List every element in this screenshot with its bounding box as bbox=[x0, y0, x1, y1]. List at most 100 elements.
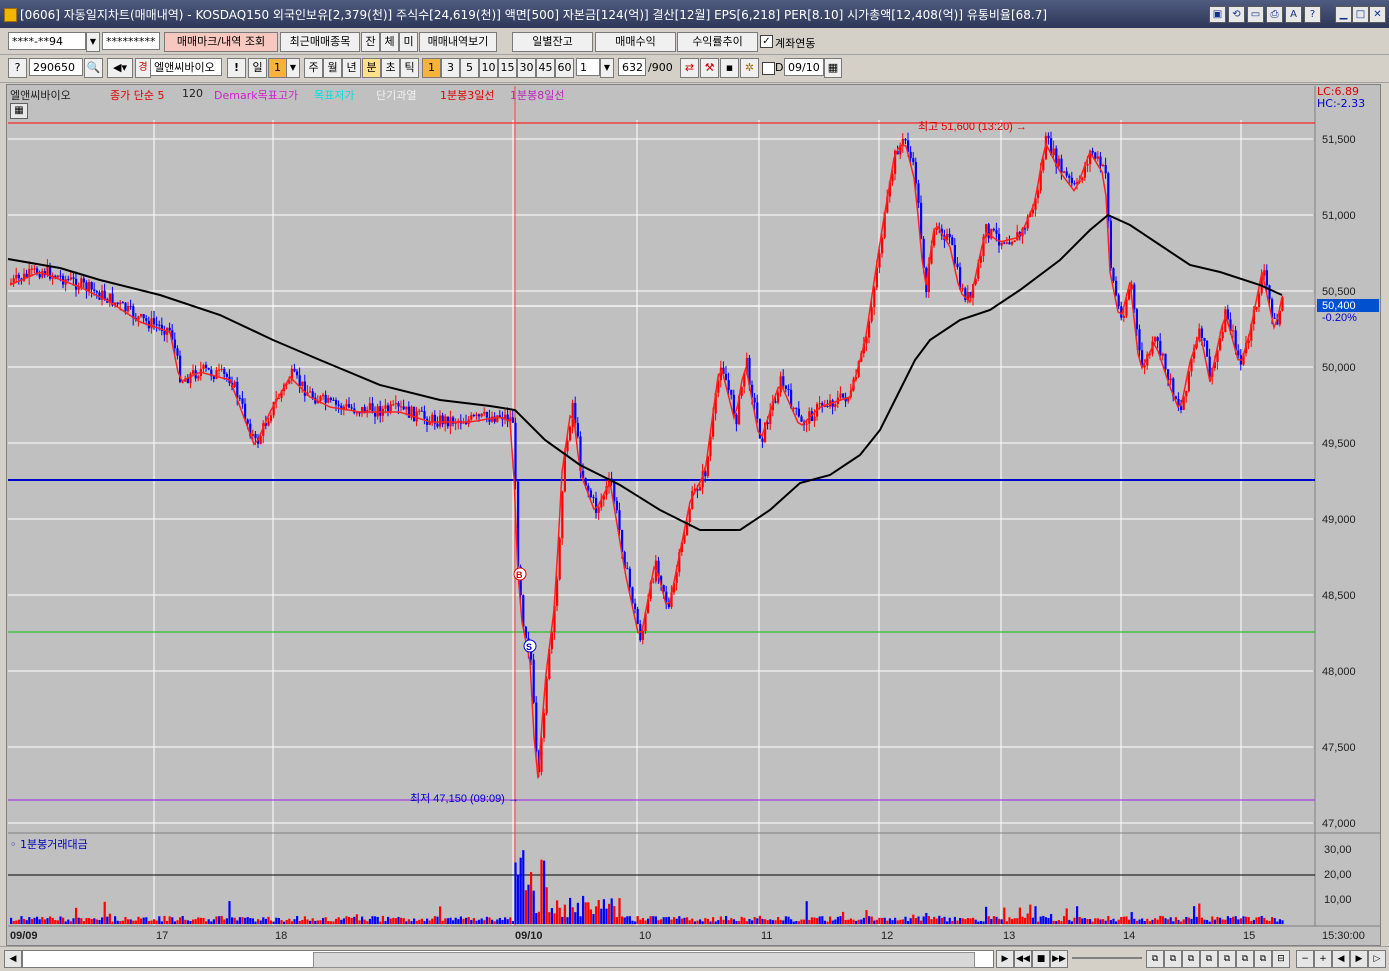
candle-body bbox=[72, 277, 75, 279]
volume-bar bbox=[927, 916, 930, 924]
volume-bar bbox=[959, 917, 962, 924]
volume-bar bbox=[1011, 919, 1014, 924]
volume-bar bbox=[1068, 919, 1071, 924]
candle-body bbox=[407, 406, 410, 418]
cascade-icon[interactable]: ⧉ bbox=[1236, 950, 1254, 968]
candle-body bbox=[784, 385, 787, 389]
zoom-reset-icon[interactable]: ⊟ bbox=[1272, 950, 1290, 968]
volume-bar bbox=[207, 919, 210, 924]
scrollbar-thumb[interactable] bbox=[313, 952, 975, 968]
volume-bar bbox=[132, 920, 135, 924]
volume-bar bbox=[693, 921, 696, 924]
volume-bar bbox=[212, 919, 215, 924]
volume-bar bbox=[628, 916, 631, 924]
volume-bar bbox=[1122, 916, 1125, 924]
candle-body bbox=[444, 416, 447, 425]
candle-body bbox=[782, 376, 785, 386]
volume-bar bbox=[1094, 918, 1097, 924]
volume-bar bbox=[1065, 908, 1068, 924]
volume-bar bbox=[727, 920, 730, 924]
volume-bar bbox=[238, 917, 241, 924]
scroll-left-icon[interactable]: ◀ bbox=[4, 950, 22, 968]
volume-bar bbox=[530, 872, 533, 924]
volume-bar bbox=[1234, 916, 1237, 924]
volume-bar bbox=[1086, 919, 1089, 924]
speed-slider[interactable] bbox=[1072, 957, 1142, 959]
restore-icon[interactable]: ⧉ bbox=[1182, 950, 1200, 968]
volume-bar bbox=[1172, 921, 1175, 924]
volume-bar bbox=[774, 920, 777, 924]
volume-bar bbox=[803, 919, 806, 924]
candle-body bbox=[1104, 164, 1107, 174]
volume-bar bbox=[545, 887, 548, 924]
volume-bar bbox=[709, 921, 712, 924]
candle-body bbox=[730, 389, 733, 395]
volume-bar bbox=[548, 912, 551, 924]
volume-bar bbox=[160, 921, 163, 924]
end-icon[interactable]: ▷ bbox=[1368, 950, 1386, 968]
volume-bar bbox=[922, 916, 925, 924]
stop-icon[interactable]: ■ bbox=[1032, 950, 1050, 968]
candle-body bbox=[652, 581, 655, 583]
price-chart[interactable]: 51,500 51,000 50,500 50,000 49,500 49,000 48,5… bbox=[0, 0, 1389, 946]
window-icon[interactable]: ⧉ bbox=[1164, 950, 1182, 968]
volume-bar bbox=[353, 916, 356, 924]
candle-body bbox=[38, 274, 41, 278]
copy-icon[interactable]: ⧉ bbox=[1146, 950, 1164, 968]
time-axis-label: 18 bbox=[275, 930, 287, 942]
volume-bar bbox=[483, 920, 486, 924]
volume-bar bbox=[797, 921, 800, 924]
candle-body bbox=[379, 406, 382, 416]
volume-bar bbox=[441, 920, 444, 924]
volume-bar bbox=[254, 921, 257, 924]
volume-bar bbox=[218, 916, 221, 924]
arrange-icon[interactable]: ⧉ bbox=[1254, 950, 1272, 968]
candle-body bbox=[1154, 337, 1157, 342]
volume-bar bbox=[275, 917, 278, 924]
volume-bar bbox=[1252, 919, 1255, 924]
volume-bar bbox=[199, 917, 202, 924]
volume-bar bbox=[849, 918, 852, 924]
volume-bar bbox=[842, 911, 845, 924]
volume-bar bbox=[556, 900, 559, 924]
candle-body bbox=[873, 287, 876, 308]
volume-bar bbox=[738, 921, 741, 924]
volume-bar bbox=[329, 921, 332, 924]
volume-bar bbox=[413, 918, 416, 924]
volume-bar bbox=[116, 920, 119, 924]
play-icon[interactable]: ▶ bbox=[996, 950, 1014, 968]
volume-bar bbox=[860, 919, 863, 924]
split-icon[interactable]: ⧉ bbox=[1218, 950, 1236, 968]
rewind-icon[interactable]: ◀◀ bbox=[1014, 950, 1032, 968]
zoom-out-icon[interactable]: − bbox=[1296, 950, 1314, 968]
volume-bar bbox=[566, 917, 569, 924]
volume-bar bbox=[1029, 904, 1032, 924]
candle-body bbox=[1005, 242, 1008, 244]
volume-bar bbox=[540, 859, 543, 924]
volume-bar bbox=[821, 916, 824, 924]
zoom-in-icon[interactable]: + bbox=[1314, 950, 1332, 968]
volume-bar bbox=[1070, 921, 1073, 924]
volume-bar bbox=[535, 913, 538, 924]
candle-body bbox=[615, 500, 618, 511]
volume-bar bbox=[374, 916, 377, 924]
arrow-right-icon[interactable]: ▶ bbox=[1350, 950, 1368, 968]
candle-body bbox=[1122, 315, 1125, 318]
tile-icon[interactable]: ⧉ bbox=[1200, 950, 1218, 968]
candle-body bbox=[587, 485, 590, 491]
volume-bar bbox=[509, 917, 512, 924]
candle-body bbox=[1099, 156, 1102, 166]
volume-bar bbox=[1024, 917, 1027, 924]
candle-body bbox=[153, 318, 156, 325]
volume-bar bbox=[25, 920, 28, 924]
candle-body bbox=[951, 237, 954, 245]
volume-bar bbox=[298, 920, 301, 924]
forward-icon[interactable]: ▶▶ bbox=[1050, 950, 1068, 968]
horizontal-scrollbar[interactable] bbox=[22, 950, 994, 968]
volume-bar bbox=[189, 921, 192, 924]
volume-bar bbox=[428, 920, 431, 924]
arrow-left-icon[interactable]: ◀ bbox=[1332, 950, 1350, 968]
volume-bar bbox=[805, 901, 808, 924]
volume-bar bbox=[179, 917, 182, 924]
volume-bar bbox=[712, 917, 715, 924]
